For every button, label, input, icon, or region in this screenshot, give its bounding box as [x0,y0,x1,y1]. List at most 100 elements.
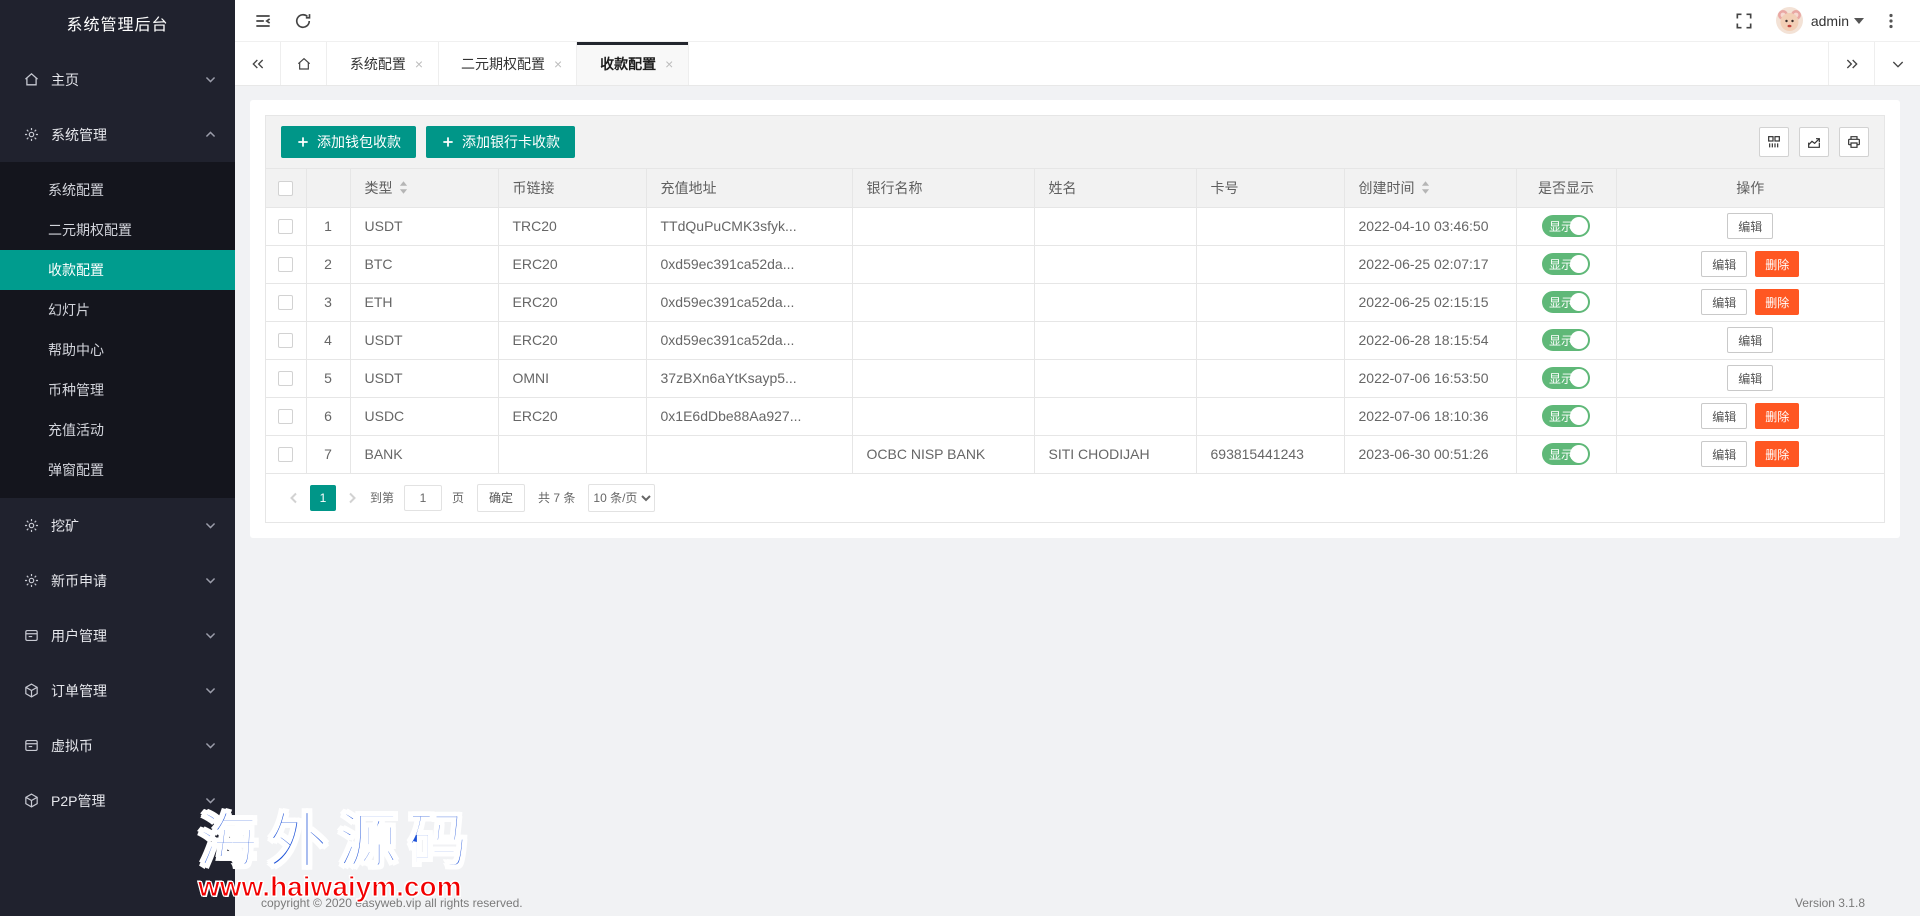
sidebar-subitem[interactable]: 充值活动 [0,410,235,450]
toggle-knob [1570,217,1588,235]
tab[interactable]: 系统配置× [327,42,439,85]
goto-page-input[interactable] [404,485,442,511]
row-checkbox[interactable] [278,333,293,348]
sort-icon[interactable] [1421,181,1430,194]
visibility-toggle[interactable]: 显示 [1542,253,1590,275]
table-row: 3ETHERC200xd59ec391ca52da...2022-06-25 0… [266,283,1884,321]
table-row: 2BTCERC200xd59ec391ca52da...2022-06-25 0… [266,245,1884,283]
sidebar-subitem[interactable]: 收款配置 [0,250,235,290]
visibility-toggle[interactable]: 显示 [1542,367,1590,389]
refresh-icon[interactable] [293,11,313,31]
sidebar-subitem[interactable]: 弹窗配置 [0,450,235,490]
sidebar-item[interactable]: 用户管理 [0,608,235,663]
visibility-toggle[interactable]: 显示 [1542,291,1590,313]
total-count-label: 共 7 条 [538,489,575,506]
cell-card [1196,283,1344,321]
add-wallet-button[interactable]: 添加钱包收款 [281,126,416,158]
sidebar-item[interactable]: 系统管理 [0,107,235,162]
tabs-scroll-left-icon[interactable] [235,42,281,85]
page-size-select[interactable]: 10 条/页 [588,484,655,512]
tabs-scroll-right-icon[interactable] [1828,42,1874,85]
row-checkbox[interactable] [278,371,293,386]
more-menu-icon[interactable] [1882,12,1900,30]
select-all-checkbox[interactable] [278,181,293,196]
next-page-icon[interactable] [339,485,365,511]
edit-button[interactable]: 编辑 [1701,441,1747,467]
cell-chain: ERC20 [498,245,646,283]
sidebar-item[interactable]: 订单管理 [0,663,235,718]
confirm-page-button[interactable]: 确定 [477,484,525,512]
export-icon[interactable] [1799,127,1829,157]
chevron-down-icon [204,794,217,807]
fullscreen-icon[interactable] [1734,11,1754,31]
visibility-toggle[interactable]: 显示 [1542,405,1590,427]
sidebar-item-label: P2P管理 [51,791,204,811]
collapse-sidebar-icon[interactable] [253,11,273,31]
edit-button[interactable]: 编辑 [1701,403,1747,429]
tabs-dropdown-icon[interactable] [1874,42,1920,85]
row-checkbox[interactable] [278,409,293,424]
filter-columns-icon[interactable] [1759,127,1789,157]
cell-bank [852,207,1034,245]
sidebar-item[interactable]: 主页 [0,52,235,107]
add-bank-card-button[interactable]: 添加银行卡收款 [426,126,575,158]
cell-name [1034,397,1196,435]
sidebar-item[interactable]: P2P管理 [0,773,235,828]
edit-button[interactable]: 编辑 [1727,213,1773,239]
row-checkbox[interactable] [278,219,293,234]
username[interactable]: admin [1811,13,1849,29]
visibility-toggle[interactable]: 显示 [1542,329,1590,351]
close-icon[interactable]: × [665,57,673,71]
close-icon[interactable]: × [554,57,562,71]
delete-button[interactable]: 删除 [1755,403,1799,429]
user-caret-down-icon[interactable] [1854,18,1864,24]
copyright-text: copyright © 2020 easyweb.vip all rights … [261,896,523,910]
chevron-down-icon [204,629,217,642]
edit-button[interactable]: 编辑 [1727,365,1773,391]
row-checkbox[interactable] [278,295,293,310]
cell-created: 2022-04-10 03:46:50 [1344,207,1516,245]
cell-bank [852,283,1034,321]
delete-button[interactable]: 删除 [1755,441,1799,467]
edit-button[interactable]: 编辑 [1701,251,1747,277]
sidebar-item[interactable]: 新币申请 [0,553,235,608]
sidebar-item[interactable]: 虚拟币 [0,718,235,773]
home-tab[interactable] [281,42,327,85]
cell-index: 3 [306,283,350,321]
cell-actions: 编辑删除 [1616,397,1884,435]
prev-page-icon[interactable] [281,485,307,511]
cell-card [1196,245,1344,283]
sidebar: 系统管理后台 主页系统管理系统配置二元期权配置收款配置幻灯片帮助中心币种管理充值… [0,0,235,916]
address-column-header: 充值地址 [646,169,852,207]
row-checkbox[interactable] [278,257,293,272]
cell-actions: 编辑删除 [1616,435,1884,473]
sidebar-subitem[interactable]: 帮助中心 [0,330,235,370]
cell-address: 0x1E6dDbe88Aa927... [646,397,852,435]
delete-button[interactable]: 删除 [1755,251,1799,277]
visibility-toggle[interactable]: 显示 [1542,443,1590,465]
sidebar-subitem[interactable]: 幻灯片 [0,290,235,330]
page-number-button[interactable]: 1 [310,485,336,511]
edit-button[interactable]: 编辑 [1727,327,1773,353]
sidebar-submenu: 系统配置二元期权配置收款配置幻灯片帮助中心币种管理充值活动弹窗配置 [0,162,235,498]
close-icon[interactable]: × [415,57,423,71]
cell-name [1034,283,1196,321]
tab[interactable]: 二元期权配置× [439,42,577,85]
row-checkbox[interactable] [278,447,293,462]
table-container: 添加钱包收款 添加银行卡收款 [265,115,1885,523]
tab[interactable]: 收款配置× [577,42,689,85]
app-title: 系统管理后台 [0,0,235,52]
avatar[interactable] [1776,7,1803,34]
visibility-toggle[interactable]: 显示 [1542,215,1590,237]
sidebar-subitem[interactable]: 币种管理 [0,370,235,410]
edit-button[interactable]: 编辑 [1701,289,1747,315]
sidebar-item[interactable]: 挖矿 [0,498,235,553]
print-icon[interactable] [1839,127,1869,157]
sort-icon[interactable] [399,181,408,194]
sidebar-subitem[interactable]: 系统配置 [0,170,235,210]
sidebar-item-label: 用户管理 [51,626,204,646]
sidebar-subitem[interactable]: 二元期权配置 [0,210,235,250]
cell-index: 2 [306,245,350,283]
delete-button[interactable]: 删除 [1755,289,1799,315]
actions-column-header: 操作 [1616,169,1884,207]
